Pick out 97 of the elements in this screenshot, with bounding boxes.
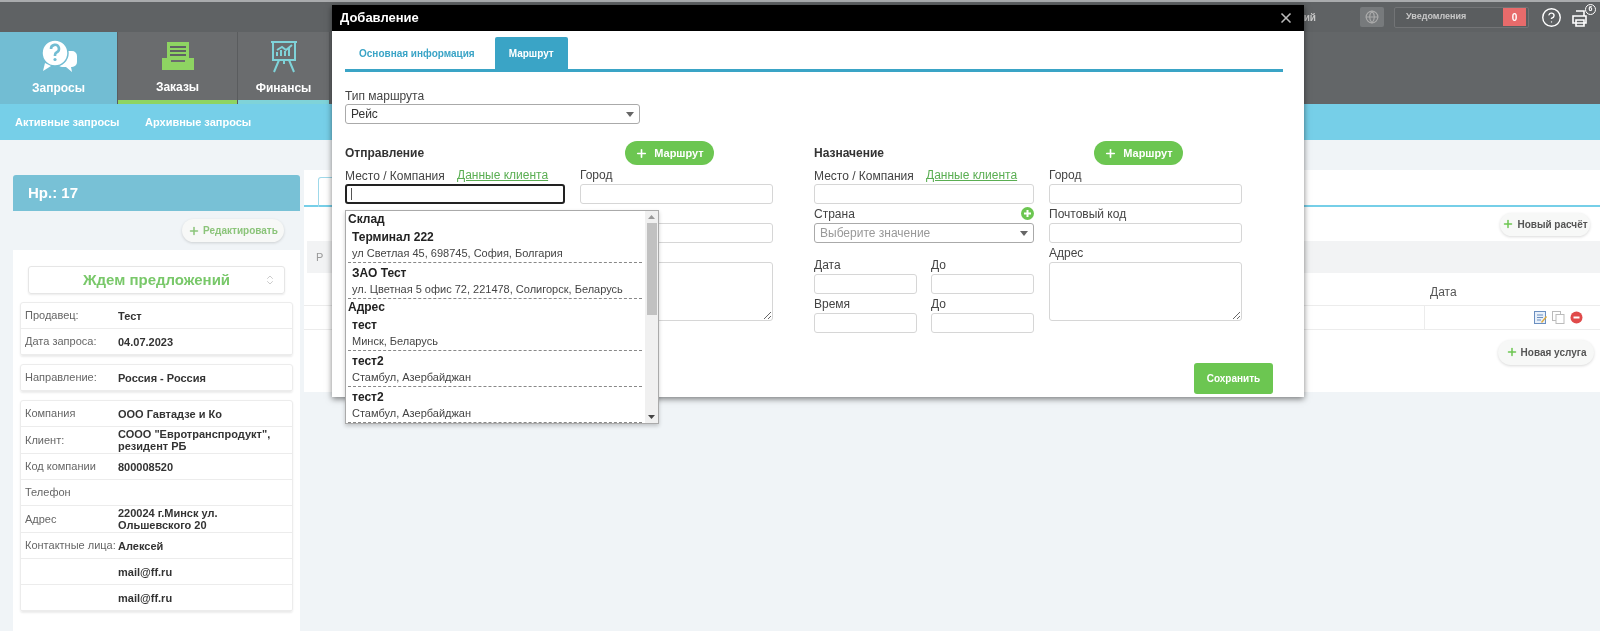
info-label: Контактные лица: [25,539,117,552]
info-label: Направление: [25,371,98,384]
dialog-tab[interactable]: Основная информация [345,37,489,69]
plus-icon [1502,218,1515,230]
info-value: Россия - Россия [118,371,207,384]
time-field[interactable] [931,313,1034,333]
info-value: СООО "Евротранспродукт", резидент РБ [118,428,272,452]
notification-count: 0 [1503,8,1526,26]
plus-icon [635,146,649,160]
postal-code-field[interactable] [1049,223,1242,243]
suggestion-item[interactable]: тест Минск, Беларусь [348,315,642,351]
globe-icon [1365,10,1379,24]
field-label: Город [580,167,613,182]
copy-icon[interactable] [1552,311,1565,324]
nav-tab[interactable]: Заказы [118,32,238,104]
country-select[interactable]: Выберите значение [814,223,1034,243]
dialog-title: Добавление [340,9,419,28]
info-value: 04.07.2023 [118,335,175,348]
info-value: Тест [118,309,143,322]
user-name: ий [1303,10,1316,25]
add-circle-icon[interactable] [1021,207,1034,220]
speech-bubbles-icon [39,39,78,73]
suggestion-item[interactable]: тест2 Стамбул, Азербайджан [348,351,642,387]
inbox-tray-icon [160,40,195,72]
field-label: Город [1049,167,1082,182]
nav-tab[interactable]: Финансы [238,32,330,104]
info-label: Код компании [25,460,97,473]
info-value: mail@ff.ru [118,591,174,604]
info-value: 800008520 [118,460,175,473]
info-label: Клиент: [25,433,66,447]
date-field[interactable] [931,274,1034,294]
dialog-tab[interactable]: Маршрут [494,37,568,69]
notifications-field[interactable]: Уведомления 0 [1394,6,1529,28]
scrollbar[interactable] [645,211,658,423]
field-label: До [931,296,946,311]
info-value: Алексей [118,539,165,552]
add-route-button[interactable]: Маршрут [625,141,714,165]
section-heading: Отправление [345,145,425,162]
info-label: Продавец: [25,309,80,322]
city-field[interactable] [1049,184,1242,204]
section-heading: Назначение [814,145,884,162]
help-icon[interactable] [1541,6,1562,28]
client-data-link[interactable]: Данные клиента [457,167,549,182]
new-service-button[interactable]: Новая услуга [1498,339,1594,365]
caret-icon [626,111,634,117]
edit-note-icon[interactable] [1534,311,1547,324]
field-label: Место / Компания [345,168,445,183]
info-label: Компания [25,407,77,420]
field-label: Адрес [1049,245,1084,260]
group-heading: Адрес [348,299,385,316]
add-route-button[interactable]: Маршрут [1094,141,1183,165]
plus-icon [1505,346,1518,358]
address-field[interactable] [1049,262,1242,321]
printer-icon[interactable] [1572,9,1590,27]
route-type-select[interactable]: Рейс [345,104,640,124]
info-value: 220024 г.Минск ул. Ольшевского 20 [118,507,219,531]
suggestion-item[interactable]: Терминал 222 ул Светлая 45, 698745, София, Болгария [348,227,642,263]
nav-tab[interactable]: Запросы [0,32,118,104]
field-label: Место / Компания [814,168,914,183]
close-icon[interactable] [1278,10,1294,26]
new-calculation-button[interactable]: Новый расчёт [1500,212,1590,236]
text-cursor [351,188,352,200]
time-field[interactable] [814,313,917,333]
suggestion-item[interactable]: тест2 Стамбул, Азербайджан [348,387,642,423]
caret-icon [1020,230,1028,236]
info-value: mail@ff.ru [118,565,174,578]
subnav-link[interactable]: Активные запросы [15,113,145,131]
field-label: Страна [814,206,855,221]
info-label: Дата запроса: [25,335,98,348]
subnav-link[interactable]: Архивные запросы [145,113,275,131]
info-label: Телефон [25,486,72,499]
suggestion-item[interactable]: ЗАО Тест ул. Цветная 5 офис 72, 221478, Солигорск, Беларусь [348,263,642,299]
remove-icon[interactable] [1570,311,1583,324]
request-header: Нр.: 17 [13,175,300,211]
city-field[interactable] [580,184,773,204]
chart-board-icon [268,39,299,73]
status-select[interactable]: Ждем предложений [28,266,285,294]
field-label: Время [814,296,851,311]
sort-arrows-icon [264,274,276,286]
language-button[interactable] [1360,7,1384,27]
save-button[interactable]: Сохранить [1194,363,1273,394]
info-value: ООО Гавтадзе и Ко [118,407,223,420]
group-heading: Склад [348,211,385,228]
date-field[interactable] [814,274,917,294]
info-label: Адрес [25,512,58,526]
edit-button[interactable]: Редактировать [182,219,284,242]
column-header: Дата [1430,284,1457,301]
plus-icon [188,224,201,237]
client-data-link[interactable]: Данные клиента [926,167,1018,182]
field-label: Почтовый код [1049,206,1127,221]
band-text: Р [316,249,324,265]
place-field[interactable] [345,184,565,204]
field-label: Тип маршрута [345,89,425,103]
scroll-thumb[interactable] [646,223,657,315]
plus-icon [1104,146,1118,160]
field-label: Дата [814,258,841,272]
field-label: До [931,258,946,272]
